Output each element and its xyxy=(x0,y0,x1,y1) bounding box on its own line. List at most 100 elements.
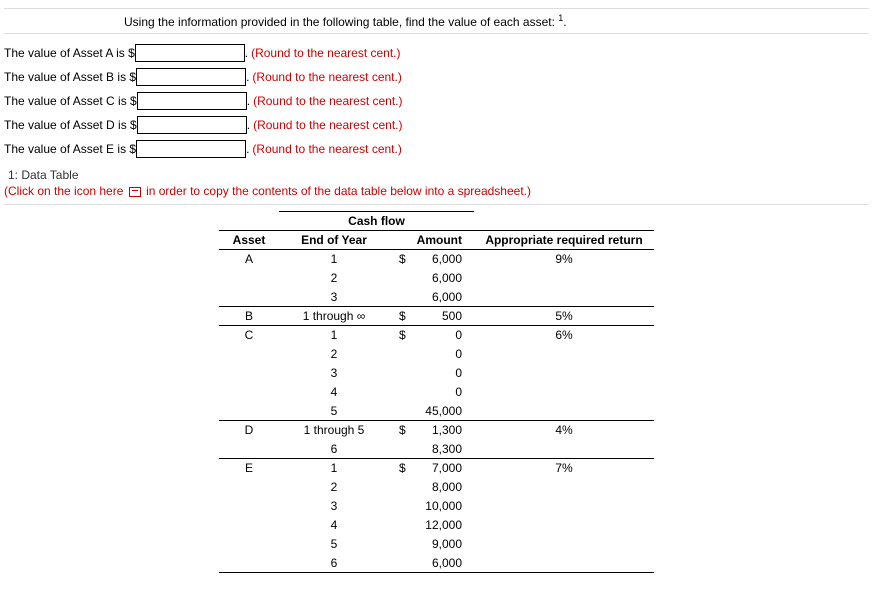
cell-return xyxy=(474,345,654,364)
cell-asset xyxy=(219,383,279,402)
cell-amount: $0 xyxy=(389,326,474,345)
cell-amount: 45,000 xyxy=(389,402,474,421)
cell-return xyxy=(474,402,654,421)
cell-amount: 6,000 xyxy=(389,269,474,288)
copy-hint-after: in order to copy the contents of the dat… xyxy=(143,184,531,198)
cell-asset xyxy=(219,554,279,573)
cell-asset xyxy=(219,478,279,497)
table-row: A1$6,0009% xyxy=(219,250,654,269)
cell-end-of-year: 5 xyxy=(279,535,389,554)
asset-value-input[interactable] xyxy=(135,44,245,62)
cell-return xyxy=(474,554,654,573)
cell-end-of-year: 6 xyxy=(279,554,389,573)
cell-asset xyxy=(219,364,279,383)
round-hint: (Round to the nearest cent.) xyxy=(253,94,402,108)
answer-prefix: The value of Asset D is $ xyxy=(4,118,137,132)
col-amount: Amount xyxy=(389,231,474,250)
cell-end-of-year: 2 xyxy=(279,345,389,364)
table-row: D1 through 5$1,3004% xyxy=(219,421,654,440)
period: . xyxy=(247,94,250,108)
cell-asset xyxy=(219,269,279,288)
cell-asset xyxy=(219,402,279,421)
table-row: 40 xyxy=(219,383,654,402)
table-body: A1$6,0009%26,00036,000B1 through ∞$5005%… xyxy=(219,250,654,573)
cell-asset: B xyxy=(219,307,279,326)
cell-amount: $7,000 xyxy=(389,459,474,478)
cell-return xyxy=(474,383,654,402)
cell-asset: A xyxy=(219,250,279,269)
footnote-marker: 1 xyxy=(558,13,563,23)
cell-end-of-year: 1 through ∞ xyxy=(279,307,389,326)
cell-return xyxy=(474,364,654,383)
period: . xyxy=(246,142,249,156)
answer-row: The value of Asset A is $. (Round to the… xyxy=(4,44,869,62)
period: . xyxy=(245,46,248,60)
cell-asset xyxy=(219,516,279,535)
period: . xyxy=(246,70,249,84)
table-row: 68,300 xyxy=(219,440,654,459)
asset-value-input[interactable] xyxy=(137,116,247,134)
round-hint: (Round to the nearest cent.) xyxy=(252,70,401,84)
answer-row: The value of Asset D is $. (Round to the… xyxy=(4,116,869,134)
cell-amount: 0 xyxy=(389,383,474,402)
table-row: E1$7,0007% xyxy=(219,459,654,478)
cell-return xyxy=(474,497,654,516)
cell-asset xyxy=(219,345,279,364)
cell-end-of-year: 5 xyxy=(279,402,389,421)
cell-asset: E xyxy=(219,459,279,478)
table-row: C1$06% xyxy=(219,326,654,345)
cell-amount: 8,000 xyxy=(389,478,474,497)
cell-amount: $6,000 xyxy=(389,250,474,269)
cell-end-of-year: 4 xyxy=(279,383,389,402)
table-row: 59,000 xyxy=(219,535,654,554)
cash-flow-group-header: Cash flow xyxy=(279,212,474,231)
copy-hint-before: (Click on the icon here xyxy=(4,184,127,198)
table-row: 310,000 xyxy=(219,497,654,516)
cell-end-of-year: 3 xyxy=(279,288,389,307)
cash-flow-table: Cash flow Asset End of Year Amount Appro… xyxy=(219,211,654,573)
answer-inputs: The value of Asset A is $. (Round to the… xyxy=(4,44,869,158)
cell-amount: 6,000 xyxy=(389,288,474,307)
answer-row: The value of Asset C is $. (Round to the… xyxy=(4,92,869,110)
cell-asset xyxy=(219,535,279,554)
cell-return xyxy=(474,440,654,459)
asset-value-input[interactable] xyxy=(137,92,247,110)
round-hint: (Round to the nearest cent.) xyxy=(253,118,402,132)
spreadsheet-icon[interactable] xyxy=(129,187,141,197)
cell-end-of-year: 3 xyxy=(279,364,389,383)
answer-row: The value of Asset E is $. (Round to the… xyxy=(4,140,869,158)
cell-end-of-year: 3 xyxy=(279,497,389,516)
table-row: 28,000 xyxy=(219,478,654,497)
table-row: B1 through ∞$5005% xyxy=(219,307,654,326)
cell-amount: 6,000 xyxy=(389,554,474,573)
cell-end-of-year: 1 through 5 xyxy=(279,421,389,440)
instruction-text: Using the information provided in the fo… xyxy=(4,8,869,34)
round-hint: (Round to the nearest cent.) xyxy=(252,142,401,156)
cell-return xyxy=(474,288,654,307)
cell-amount: $1,300 xyxy=(389,421,474,440)
instruction-main: Using the information provided in the fo… xyxy=(124,15,558,29)
cell-return: 6% xyxy=(474,326,654,345)
cell-amount: 8,300 xyxy=(389,440,474,459)
col-asset: Asset xyxy=(219,231,279,250)
answer-prefix: The value of Asset E is $ xyxy=(4,142,136,156)
table-row: 545,000 xyxy=(219,402,654,421)
asset-value-input[interactable] xyxy=(136,68,246,86)
cell-amount: $500 xyxy=(389,307,474,326)
cell-return: 5% xyxy=(474,307,654,326)
data-table-wrap: Cash flow Asset End of Year Amount Appro… xyxy=(4,211,869,573)
cell-amount: 0 xyxy=(389,345,474,364)
table-row: 20 xyxy=(219,345,654,364)
answer-prefix: The value of Asset A is $ xyxy=(4,46,135,60)
cell-return xyxy=(474,269,654,288)
table-row: 66,000 xyxy=(219,554,654,573)
cell-end-of-year: 1 xyxy=(279,459,389,478)
cell-return xyxy=(474,535,654,554)
period: . xyxy=(247,118,250,132)
answer-prefix: The value of Asset C is $ xyxy=(4,94,137,108)
cell-end-of-year: 1 xyxy=(279,326,389,345)
asset-value-input[interactable] xyxy=(136,140,246,158)
data-table-label: 1: Data Table xyxy=(8,168,869,182)
col-return: Appropriate required return xyxy=(474,231,654,250)
col-end-of-year: End of Year xyxy=(279,231,389,250)
